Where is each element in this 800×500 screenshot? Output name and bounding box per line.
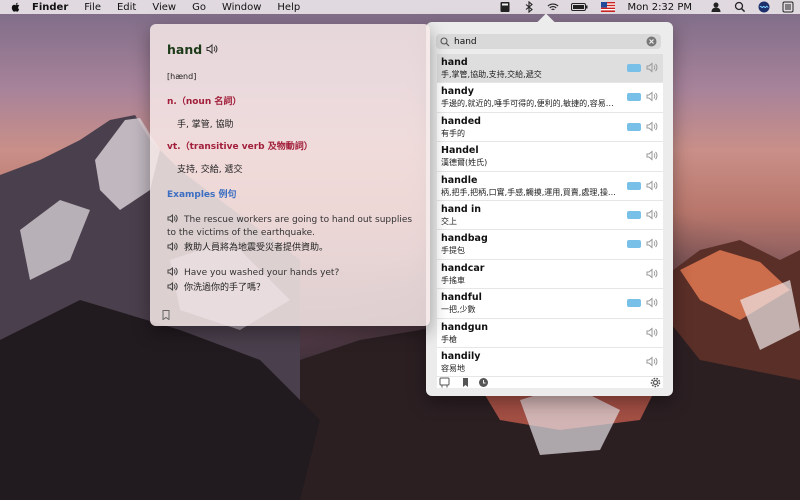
speaker-icon[interactable] <box>646 150 658 161</box>
result-word: handcar <box>441 262 485 274</box>
menu-edit[interactable]: Edit <box>117 2 136 13</box>
speaker-icon[interactable] <box>167 267 178 276</box>
search-field[interactable]: hand <box>436 34 661 49</box>
result-definition: 手槍 <box>441 334 457 344</box>
menu-window[interactable]: Window <box>222 2 261 13</box>
result-word: handgun <box>441 321 489 333</box>
search-icon[interactable] <box>734 1 746 13</box>
result-definition: 一把,少數 <box>441 305 476 315</box>
sense-verb: 支持, 交給, 遞交 <box>177 165 243 175</box>
user-icon[interactable] <box>710 1 722 13</box>
bookmark-tab-icon[interactable] <box>460 377 471 388</box>
result-definition: 交上 <box>441 216 457 226</box>
wifi-icon[interactable] <box>547 1 559 13</box>
speaker-icon[interactable] <box>167 242 178 251</box>
speaker-icon[interactable] <box>646 179 658 191</box>
result-definition: 手,掌管,協助,支持,交給,遞交 <box>441 70 542 79</box>
menu-view[interactable]: View <box>152 2 176 13</box>
result-row[interactable]: handy 手邊的,就近的,唾手可得的,便利的,敏捷的,容易取得的 <box>437 83 663 113</box>
result-row[interactable]: hand in 交上 <box>437 201 663 231</box>
part-of-speech-verb: vt.（transitive verb 及物動詞） <box>167 142 313 152</box>
example-english: Have you washed your hands yet? <box>167 267 419 280</box>
menu-bar: Finder File Edit View Go Window Help Mon… <box>0 0 800 14</box>
magnifier-icon <box>440 36 450 46</box>
speaker-icon[interactable] <box>646 62 658 73</box>
dictionary-popover: hand hand 手,掌管,協助,支持,交給,遞交 handy 手邊的,就近的… <box>426 13 673 396</box>
results-list[interactable]: hand 手,掌管,協助,支持,交給,遞交 handy 手邊的,就近的,唾手可得… <box>437 54 663 388</box>
speaker-icon[interactable] <box>646 91 658 102</box>
result-definition: 手搖車 <box>441 275 465 285</box>
menu-file[interactable]: File <box>84 2 101 13</box>
example-text-zh: 救助人員將為地震受災者提供資助。 <box>184 243 329 253</box>
result-row[interactable]: handed 有手的 <box>437 113 663 143</box>
result-definition: 手提包 <box>441 246 465 256</box>
menu-help[interactable]: Help <box>277 2 300 13</box>
result-row[interactable]: handle 柄,把手,把柄,口實,手感,觸摸,運用,買賣,處理,操作,… <box>437 172 663 201</box>
menu-app-name[interactable]: Finder <box>32 2 68 13</box>
result-word: handily <box>441 350 481 362</box>
language-badge <box>627 93 641 102</box>
popover-toolbar <box>426 374 673 396</box>
bluetooth-icon[interactable] <box>523 1 535 13</box>
examples-heading: Examples 例句 <box>167 190 237 200</box>
speaker-icon[interactable] <box>646 268 658 279</box>
language-badge <box>627 210 641 219</box>
language-badge <box>627 181 641 190</box>
clock[interactable]: Mon 2:32 PM <box>627 2 692 13</box>
speaker-icon[interactable] <box>646 238 658 249</box>
result-row[interactable]: handbag 手提包 <box>437 230 663 260</box>
part-of-speech-noun: n.（noun 名詞） <box>167 97 242 107</box>
apple-icon[interactable] <box>10 1 22 13</box>
clear-search-icon[interactable] <box>646 36 657 47</box>
result-definition: 手邊的,就近的,唾手可得的,便利的,敏捷的,容易取得的 <box>441 99 619 109</box>
result-definition: 有手的 <box>441 128 465 138</box>
language-badge <box>627 299 641 308</box>
dictionary-icon[interactable] <box>499 1 511 13</box>
dictionary-tab-icon[interactable] <box>439 377 450 388</box>
example-text-en: The rescue workers are going to hand out… <box>167 215 413 238</box>
flag-icon[interactable] <box>601 1 616 13</box>
speaker-icon[interactable] <box>646 209 658 220</box>
menu-go[interactable]: Go <box>192 2 206 13</box>
result-row[interactable]: hand 手,掌管,協助,支持,交給,遞交 <box>437 54 663 84</box>
bookmark-icon[interactable] <box>162 310 170 320</box>
language-badge <box>627 122 641 131</box>
result-word: Handel <box>441 145 479 157</box>
speaker-icon[interactable] <box>206 43 218 55</box>
siri-icon[interactable] <box>758 1 770 13</box>
speaker-icon[interactable] <box>646 356 658 367</box>
example-chinese: 你洗過你的手了嗎？ <box>167 282 419 295</box>
entry-pronunciation: [hænd] <box>167 72 197 81</box>
language-badge <box>627 240 641 249</box>
result-row[interactable]: handgun 手槍 <box>437 319 663 348</box>
example-english: The rescue workers are going to hand out… <box>167 214 419 240</box>
settings-gear-icon[interactable] <box>650 377 661 388</box>
speaker-icon[interactable] <box>646 297 658 308</box>
example-text-zh: 你洗過你的手了嗎？ <box>184 283 266 293</box>
list-icon[interactable] <box>782 1 794 13</box>
language-badge <box>627 64 641 72</box>
entry-headword: hand <box>167 42 203 57</box>
speaker-icon[interactable] <box>167 214 178 223</box>
result-row[interactable]: handful 一把,少數 <box>437 289 663 319</box>
history-icon[interactable] <box>478 377 489 388</box>
example-chinese: 救助人員將為地震受災者提供資助。 <box>167 242 419 255</box>
speaker-icon[interactable] <box>646 121 658 132</box>
result-definition: 柄,把手,把柄,口實,手感,觸摸,運用,買賣,處理,操作,… <box>441 187 619 197</box>
result-row[interactable]: handcar 手搖車 <box>437 260 663 290</box>
definition-card: hand [hænd] n.（noun 名詞） 手, 掌管, 協助 vt.（tr… <box>150 24 430 326</box>
sense-noun: 手, 掌管, 協助 <box>177 120 234 130</box>
result-row[interactable]: Handel 漢德爾(姓氏) <box>437 142 663 172</box>
result-row[interactable]: handily 容易地 <box>437 348 663 378</box>
search-query[interactable]: hand <box>454 37 477 47</box>
battery-icon[interactable] <box>571 1 589 13</box>
status-area: Mon 2:32 PM <box>499 0 794 14</box>
example-text-en: Have you washed your hands yet? <box>184 268 340 278</box>
speaker-icon[interactable] <box>167 282 178 291</box>
speaker-icon[interactable] <box>646 326 658 338</box>
result-definition: 漢德爾(姓氏) <box>441 158 488 168</box>
